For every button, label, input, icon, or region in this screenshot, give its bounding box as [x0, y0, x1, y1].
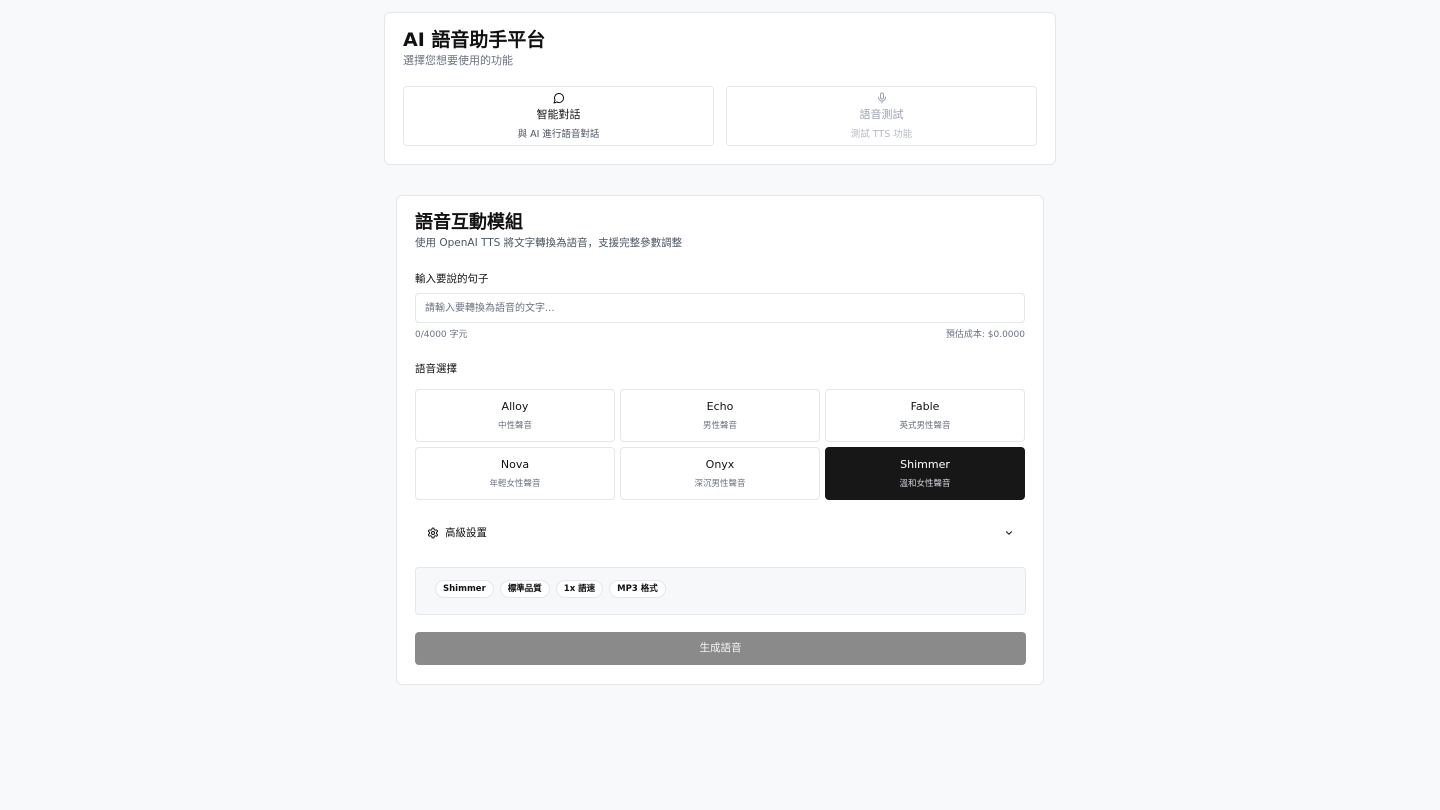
- advanced-settings-label: 高級設置: [445, 527, 487, 539]
- mode-title: 語音測試: [859, 108, 904, 121]
- sentence-input[interactable]: [415, 293, 1025, 323]
- voice-option-alloy[interactable]: Alloy 中性聲音: [415, 389, 615, 442]
- voice-description: 男性聲音: [702, 421, 737, 431]
- module-title: 語音互動模組: [415, 212, 523, 233]
- mode-button-tts[interactable]: 語音測試 測試 TTS 功能: [726, 86, 1037, 146]
- voice-description: 深沉男性聲音: [694, 479, 746, 489]
- summary-chip-speed: 1x 語速: [555, 580, 604, 598]
- char-count: 0/4000 字元: [415, 330, 468, 340]
- voice-name: Echo: [706, 400, 734, 413]
- generate-voice-button[interactable]: 生成語音: [415, 632, 1026, 665]
- summary-chip-format: MP3 格式: [609, 580, 666, 598]
- advanced-settings-toggle[interactable]: 高級設置: [415, 516, 1026, 550]
- mode-button-chat[interactable]: 智能對話 與 AI 進行語音對話: [403, 86, 714, 146]
- voice-description: 中性聲音: [497, 421, 532, 431]
- feature-select-card: AI 語音助手平台 選擇您想要使用的功能 智能對話 與 AI 進行語音對話 語音…: [384, 12, 1056, 165]
- voice-description: 英式男性聲音: [899, 421, 951, 431]
- app-subtitle: 選擇您想要使用的功能: [403, 54, 513, 67]
- voice-name: Alloy: [501, 400, 529, 413]
- module-subtitle: 使用 OpenAI TTS 將文字轉換為語音，支援完整參數調整: [415, 237, 683, 249]
- voice-name: Nova: [500, 458, 530, 471]
- mode-title: 智能對話: [536, 108, 581, 121]
- voice-module-card: 語音互動模組 使用 OpenAI TTS 將文字轉換為語音，支援完整參數調整 輸…: [396, 195, 1044, 685]
- voice-name: Shimmer: [900, 458, 950, 471]
- voice-option-shimmer[interactable]: Shimmer 溫和女性聲音: [825, 447, 1025, 500]
- voice-description: 溫和女性聲音: [899, 479, 951, 489]
- voice-option-onyx[interactable]: Onyx 深沉男性聲音: [620, 447, 820, 500]
- voice-option-fable[interactable]: Fable 英式男性聲音: [825, 389, 1025, 442]
- mode-description: 與 AI 進行語音對話: [517, 129, 600, 140]
- voice-description: 年輕女性聲音: [489, 479, 541, 489]
- voice-name: Onyx: [705, 458, 735, 471]
- voice-name: Fable: [910, 400, 940, 413]
- microphone-icon: [877, 92, 886, 104]
- summary-chip-voice: Shimmer: [435, 580, 494, 598]
- voice-option-echo[interactable]: Echo 男性聲音: [620, 389, 820, 442]
- estimated-cost: 預估成本: $0.0000: [945, 330, 1025, 340]
- chevron-down-icon: [1005, 531, 1013, 535]
- app-title: AI 語音助手平台: [403, 29, 546, 51]
- chat-bubble-icon: [553, 93, 564, 104]
- input-label: 輸入要說的句子: [415, 273, 489, 285]
- voice-select-label: 語音選擇: [415, 363, 457, 375]
- summary-chips: Shimmer 標準品質 1x 語速 MP3 格式: [435, 580, 666, 598]
- mode-description: 測試 TTS 功能: [850, 129, 913, 140]
- gear-icon: [428, 527, 438, 539]
- summary-chip-quality: 標準品質: [499, 580, 550, 598]
- voice-option-nova[interactable]: Nova 年輕女性聲音: [415, 447, 615, 500]
- settings-summary: Shimmer 標準品質 1x 語速 MP3 格式: [415, 567, 1026, 615]
